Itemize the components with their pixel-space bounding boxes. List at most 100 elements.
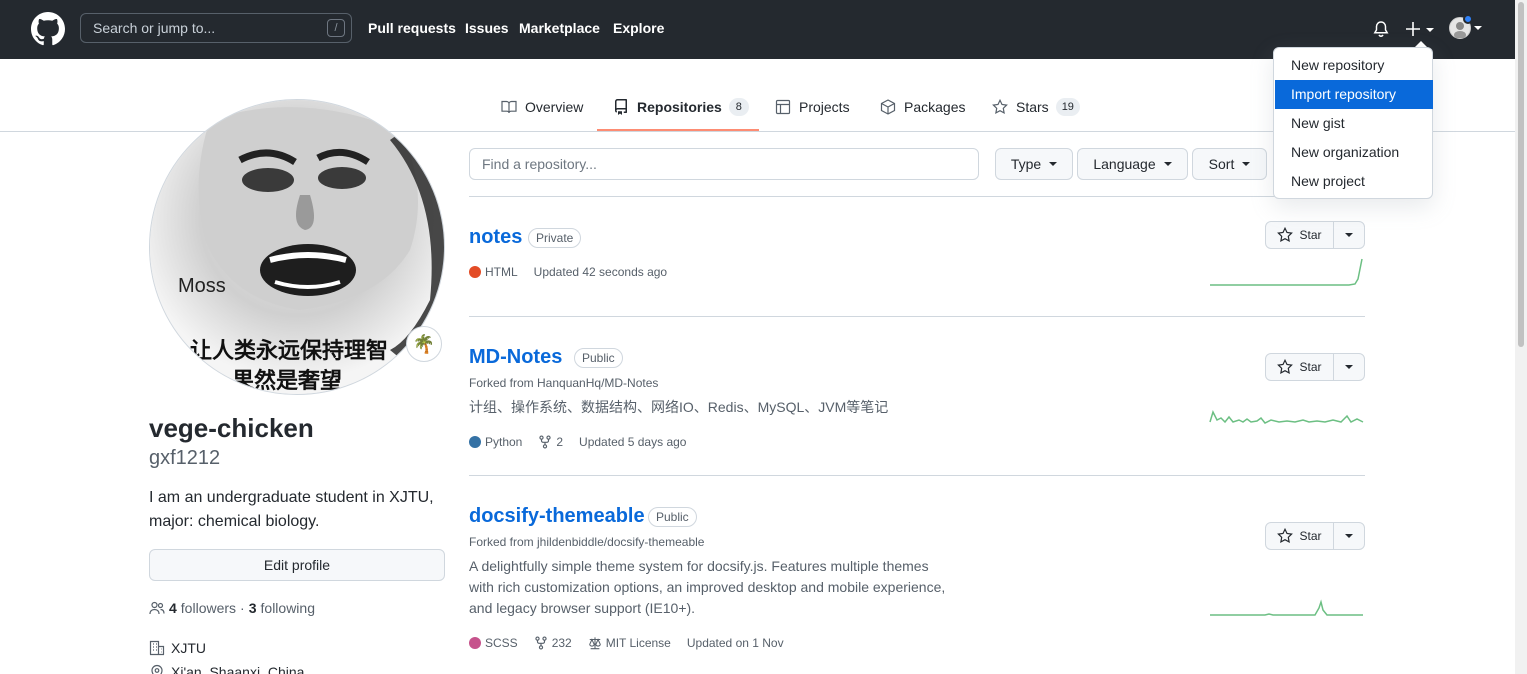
repo-updated: Updated 42 seconds ago (533, 265, 668, 279)
notification-dot (1463, 14, 1473, 24)
following-count[interactable]: 3 (249, 600, 257, 616)
profile-avatar[interactable]: Moss 让人类永远保持理智 果然是奢望 (149, 99, 445, 395)
tab-overview-label: Overview (525, 99, 584, 115)
repo-name-link[interactable]: MD-Notes (469, 346, 562, 369)
star-list-dropdown[interactable] (1334, 354, 1364, 380)
stars-count-badge: 19 (1055, 98, 1080, 116)
followers-count[interactable]: 4 (169, 600, 177, 616)
scrollbar-thumb[interactable] (1518, 2, 1524, 347)
star-label: Star (1299, 360, 1322, 374)
bell-icon[interactable] (1372, 20, 1390, 38)
chevron-down-icon (1345, 365, 1353, 369)
plus-dropdown-icon[interactable] (1404, 18, 1436, 40)
avatar-caption-line2: 果然是奢望 (232, 368, 342, 394)
tab-overview[interactable]: Overview (501, 97, 583, 117)
avatar-caret-icon (1474, 26, 1482, 30)
repo-description: A delightfully simple theme system for d… (469, 556, 945, 619)
organization-icon (149, 640, 165, 656)
star-button[interactable]: Star (1266, 523, 1334, 549)
sort-filter-button[interactable]: Sort (1192, 148, 1267, 180)
license-info: MIT License (588, 636, 671, 650)
nav-pull-requests[interactable]: Pull requests (368, 20, 456, 36)
repo-language: SCSS (485, 636, 518, 650)
profile-fullname: vege-chicken (149, 413, 314, 443)
followers-link[interactable]: followers (181, 600, 236, 616)
law-icon (588, 637, 601, 650)
repositories-count-badge: 8 (728, 98, 749, 116)
star-list-dropdown[interactable] (1334, 222, 1364, 248)
search-placeholder: Search or jump to... (93, 20, 216, 36)
profile-username: gxf1212 (149, 447, 221, 469)
type-filter-button[interactable]: Type (995, 148, 1073, 180)
language-filter-button[interactable]: Language (1077, 148, 1188, 180)
star-icon (992, 99, 1008, 115)
star-button-group: Star (1265, 522, 1365, 550)
global-search-input[interactable]: Search or jump to... / (80, 13, 352, 43)
tab-stars-label: Stars (1016, 99, 1049, 115)
repo-language: Python (485, 435, 523, 449)
project-icon (775, 99, 791, 115)
chevron-down-icon (1163, 162, 1172, 166)
visibility-badge: Private (528, 228, 582, 248)
active-tab-underline (597, 129, 759, 131)
menu-item-new-organization[interactable]: New organization (1275, 138, 1433, 167)
activity-sparkline (1210, 599, 1363, 616)
forks-count: 2 (556, 435, 564, 449)
menu-item-new-project[interactable]: New project (1275, 167, 1433, 196)
repo-updated: Updated 5 days ago (579, 435, 687, 449)
page-scrollbar[interactable] (1515, 0, 1527, 674)
star-button-group: Star (1265, 221, 1365, 249)
star-label: Star (1299, 529, 1322, 543)
nav-issues[interactable]: Issues (465, 20, 509, 36)
repo-description-line: with rich customization options, an impr… (469, 579, 946, 595)
star-button[interactable]: Star (1266, 222, 1334, 248)
forked-from-link[interactable]: Forked from jhildenbiddle/docsify-themea… (469, 535, 704, 549)
repo-meta: HTML Updated 42 seconds ago (469, 265, 667, 279)
slash-shortcut-icon: / (327, 19, 345, 37)
menu-item-new-gist[interactable]: New gist (1275, 109, 1433, 138)
status-emoji-button[interactable]: 🌴 (406, 326, 442, 362)
edit-profile-button[interactable]: Edit profile (149, 549, 445, 581)
star-button[interactable]: Star (1266, 354, 1334, 380)
people-icon (149, 601, 165, 615)
repo-name-link[interactable]: docsify-themeable (469, 505, 645, 528)
divider (469, 475, 1365, 476)
following-link[interactable]: following (261, 600, 315, 616)
activity-sparkline (1209, 409, 1364, 424)
repo-meta: SCSS 232 MIT License Updated on 1 Nov (469, 636, 784, 650)
create-new-dropdown-menu: New repository Import repository New gis… (1273, 47, 1433, 199)
nav-explore[interactable]: Explore (613, 20, 664, 36)
tab-repositories-label: Repositories (637, 99, 722, 115)
tab-packages-label: Packages (904, 99, 966, 115)
divider (469, 316, 1365, 317)
activity-sparkline (1210, 258, 1363, 286)
follow-stats: 4 followers · 3 following (149, 600, 315, 616)
tab-projects[interactable]: Projects (775, 97, 850, 117)
repo-name-link[interactable]: notes (469, 226, 522, 249)
forks-link[interactable]: 232 (534, 636, 572, 650)
tab-repositories[interactable]: Repositories 8 (613, 97, 749, 117)
profile-bio: I am an undergraduate student in XJTU, m… (149, 489, 434, 530)
language-color-dot (469, 266, 481, 278)
repo-updated: Updated on 1 Nov (686, 636, 784, 650)
forked-from-link[interactable]: Forked from HanquanHq/MD-Notes (469, 376, 658, 390)
star-list-dropdown[interactable] (1334, 523, 1364, 549)
location-icon (151, 664, 163, 674)
github-logo-icon[interactable] (31, 12, 65, 46)
avatar-caption-line1: 让人类永远保持理智 (190, 338, 388, 364)
star-label: Star (1299, 228, 1322, 242)
tab-stars[interactable]: Stars 19 (992, 97, 1080, 117)
license-name: MIT License (605, 636, 671, 650)
organization-row: XJTU (149, 640, 206, 656)
visibility-badge: Public (574, 348, 623, 368)
tab-packages[interactable]: Packages (880, 97, 965, 117)
menu-item-import-repository[interactable]: Import repository (1275, 80, 1433, 109)
avatar-caption-moss: Moss (178, 275, 226, 297)
nav-marketplace[interactable]: Marketplace (519, 20, 600, 36)
repo-description: 计组、操作系统、数据结构、网络IO、Redis、MySQL、JVM等笔记 (469, 399, 889, 415)
forks-link[interactable]: 2 (538, 435, 563, 449)
find-repository-input[interactable] (469, 148, 979, 180)
menu-item-new-repository[interactable]: New repository (1275, 51, 1433, 80)
location-row: Xi'an, Shaanxi, China (149, 664, 304, 674)
star-icon (1277, 359, 1294, 375)
